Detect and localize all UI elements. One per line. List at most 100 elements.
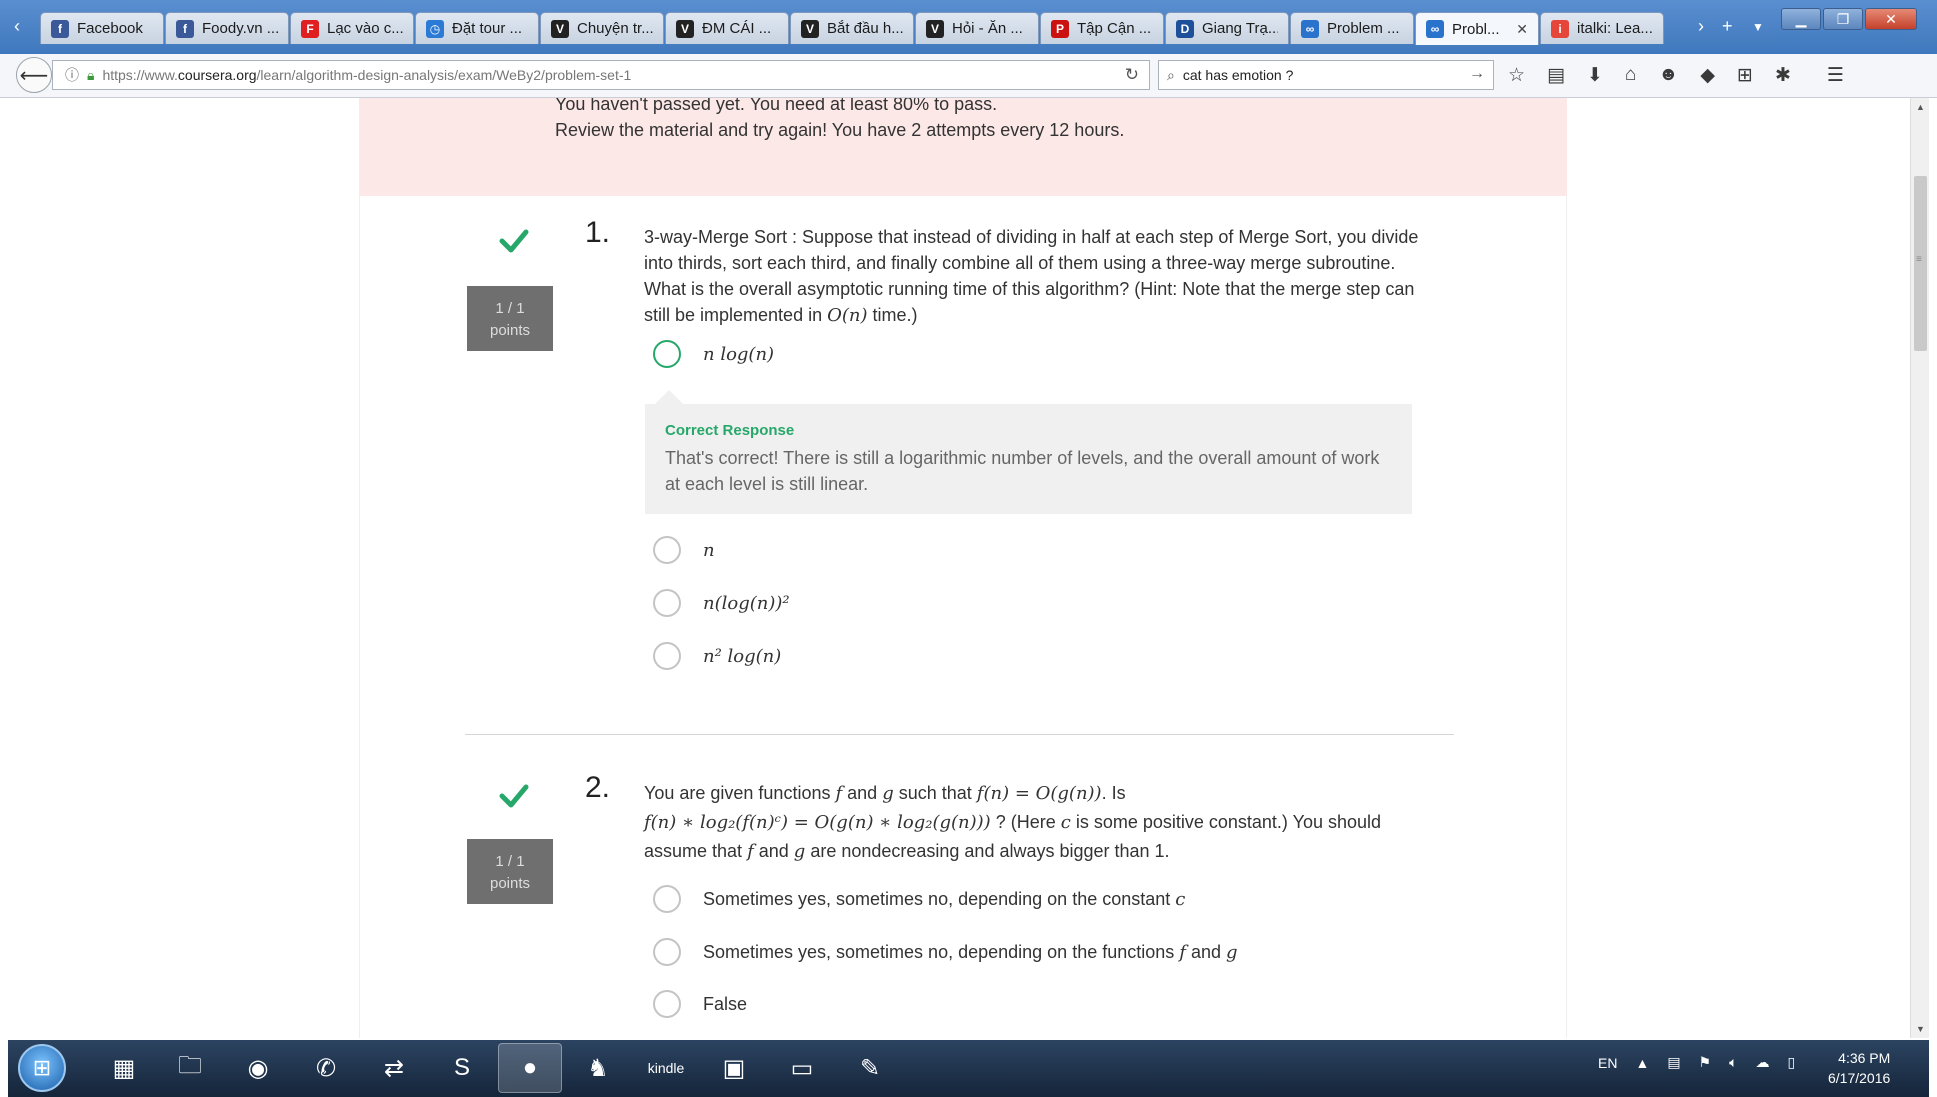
file-explorer-icon[interactable]: 🗀 [158, 1043, 222, 1093]
volume-icon[interactable]: 🔈︎ [1729, 1054, 1737, 1071]
radio-button[interactable] [653, 589, 681, 617]
start-button[interactable]: ⊞ [18, 1044, 66, 1092]
clock-date: 6/17/2016 [1828, 1070, 1891, 1086]
search-input[interactable]: cat has emotion ? [1183, 67, 1294, 83]
search-bar[interactable]: ⌕ cat has emotion ? → [1158, 60, 1494, 90]
tab-label: ĐM CÁI ... [702, 20, 772, 37]
chrome-icon[interactable]: ◉ [226, 1043, 290, 1093]
option-2[interactable]: Sometimes yes, sometimes no, depending o… [653, 938, 1238, 966]
tray-expand-icon[interactable]: ▲ [1635, 1055, 1649, 1071]
tab-scroll-right-icon[interactable]: › [1698, 16, 1704, 37]
device-icon[interactable]: ▤ [1667, 1054, 1680, 1071]
option-1[interactable]: n log(n) [653, 340, 774, 368]
browser-tab[interactable]: P Tập Cận ... [1040, 12, 1164, 44]
close-window-button[interactable]: ✕ [1865, 8, 1917, 30]
calculator-icon[interactable]: ▣ [702, 1043, 766, 1093]
text-part: and [753, 841, 794, 861]
battery-icon[interactable]: ▯ [1788, 1054, 1796, 1071]
new-tab-button[interactable]: + [1722, 16, 1733, 37]
pocket-icon[interactable]: ◆ [1700, 64, 1715, 87]
home-icon[interactable]: ⌂ [1625, 64, 1636, 87]
browser-tab[interactable]: ◷ Đặt tour ... [415, 12, 539, 44]
option-math: f [1179, 941, 1186, 963]
math-g: g [882, 783, 894, 804]
apps-icon[interactable]: ▦ [92, 1043, 156, 1093]
option-text: and [1185, 941, 1226, 962]
viber-icon[interactable]: ✆ [294, 1043, 358, 1093]
page-scrollbar[interactable]: ▲ ▼ [1910, 98, 1929, 1038]
browser-tab[interactable]: D Giang Trạ... [1165, 12, 1289, 44]
menu-icon[interactable]: ☰ [1827, 64, 1844, 87]
dkn-logo-icon: D [1176, 19, 1194, 38]
text-part: are nondecreasing and always bigger than… [805, 841, 1170, 861]
chat-icon[interactable]: ☻ [1658, 64, 1678, 87]
browser-tab[interactable]: V ĐM CÁI ... [665, 12, 789, 44]
option-3[interactable]: False [653, 990, 747, 1018]
tab-label: italki: Lea... [1577, 20, 1653, 37]
option-2[interactable]: n [653, 536, 715, 564]
scroll-thumb[interactable] [1914, 176, 1927, 351]
feedback-title: Correct Response [665, 422, 795, 439]
reload-icon[interactable]: ↻ [1125, 65, 1139, 85]
scroll-down-icon[interactable]: ▼ [1916, 1024, 1925, 1034]
addon-icon[interactable]: ✱ [1775, 64, 1791, 87]
info-icon[interactable]: ⓘ [65, 65, 79, 85]
browser-tab[interactable]: V Bắt đầu h... [790, 12, 914, 44]
radio-button[interactable] [653, 536, 681, 564]
tab-label: Foody.vn ... [202, 20, 278, 37]
option-1[interactable]: Sometimes yes, sometimes no, depending o… [653, 885, 1185, 913]
scroll-up-icon[interactable]: ▲ [1916, 102, 1925, 112]
radio-button[interactable] [653, 340, 681, 368]
teamviewer-icon[interactable]: ⇄ [362, 1043, 426, 1093]
radio-button[interactable] [653, 885, 681, 913]
browser-tab[interactable]: V Chuyện tr... [540, 12, 664, 44]
tab-scroll-left-icon[interactable]: ‹ [14, 16, 20, 37]
tab-list-dropdown-icon[interactable]: ▼ [1752, 20, 1764, 34]
browser-tab[interactable]: V Hỏi - Ăn ... [915, 12, 1039, 44]
kindle-icon[interactable]: kindle [634, 1043, 698, 1093]
banner-line-2: Review the material and try again! You h… [555, 120, 1125, 140]
radio-button[interactable] [653, 990, 681, 1018]
toolbar-icons: ☆ ▤ ⬇ ⌂ ☻ ◆ ⊞ ✱ ☰ [1508, 64, 1844, 87]
browser-tab[interactable]: ∞ Problem ... [1290, 12, 1414, 44]
skype-icon[interactable]: S [430, 1043, 494, 1093]
browser-tab[interactable]: i italki: Lea... [1540, 12, 1664, 44]
command-prompt-icon[interactable]: ▭ [770, 1043, 834, 1093]
option-3[interactable]: n(log(n))² [653, 589, 790, 617]
option-4[interactable]: n² log(n) [653, 642, 781, 670]
page-viewport: You haven't passed yet. You need at leas… [8, 98, 1910, 1038]
language-indicator[interactable]: EN [1598, 1055, 1617, 1071]
restore-button[interactable]: ❐ [1823, 8, 1863, 30]
action-center-flag-icon[interactable]: ⚑ [1699, 1054, 1712, 1071]
bookmark-star-icon[interactable]: ☆ [1508, 64, 1525, 87]
reading-list-icon[interactable]: ▤ [1547, 64, 1565, 87]
back-button[interactable]: ⟵ [16, 57, 52, 93]
search-go-icon[interactable]: → [1469, 65, 1485, 83]
option-label: Sometimes yes, sometimes no, depending o… [703, 889, 1185, 910]
url-bar[interactable]: ⓘ 🔒︎ https://www.coursera.org/learn/algo… [52, 60, 1150, 90]
question-text: 3-way-Merge Sort : Suppose that instead … [644, 224, 1424, 329]
firefox-icon[interactable]: ● [498, 1043, 562, 1093]
cloud-icon[interactable]: ☁ [1756, 1054, 1770, 1071]
coursera-icon: ∞ [1301, 19, 1319, 38]
radio-button[interactable] [653, 938, 681, 966]
browser-tab[interactable]: ∞ Probl... ✕ [1415, 12, 1539, 45]
notepad-icon[interactable]: ✎ [838, 1043, 902, 1093]
banner-line-1: You haven't passed yet. You need at leas… [555, 98, 998, 114]
facebook-icon: f [176, 19, 194, 38]
close-tab-icon[interactable]: ✕ [1516, 21, 1528, 38]
download-icon[interactable]: ⬇ [1587, 64, 1603, 87]
browser-tab[interactable]: f Foody.vn ... [165, 12, 289, 44]
clock[interactable]: 4:36 PM 6/17/2016 [1828, 1048, 1890, 1088]
option-math: g [1225, 941, 1238, 963]
points-box: 1 / 1 points [467, 839, 553, 904]
evernote-icon[interactable]: ♞ [566, 1043, 630, 1093]
extension-icon[interactable]: ⊞ [1737, 64, 1753, 87]
browser-tab[interactable]: F Lạc vào c... [290, 12, 414, 44]
radio-button[interactable] [653, 642, 681, 670]
minimize-button[interactable]: ▁ [1781, 8, 1821, 30]
browser-tab[interactable]: f Facebook [40, 12, 164, 44]
option-math: c [1175, 888, 1186, 910]
tab-list: f Facebook f Foody.vn ... F Lạc vào c... ◷ Đặt … [40, 12, 1665, 45]
points-label: points [489, 875, 531, 892]
